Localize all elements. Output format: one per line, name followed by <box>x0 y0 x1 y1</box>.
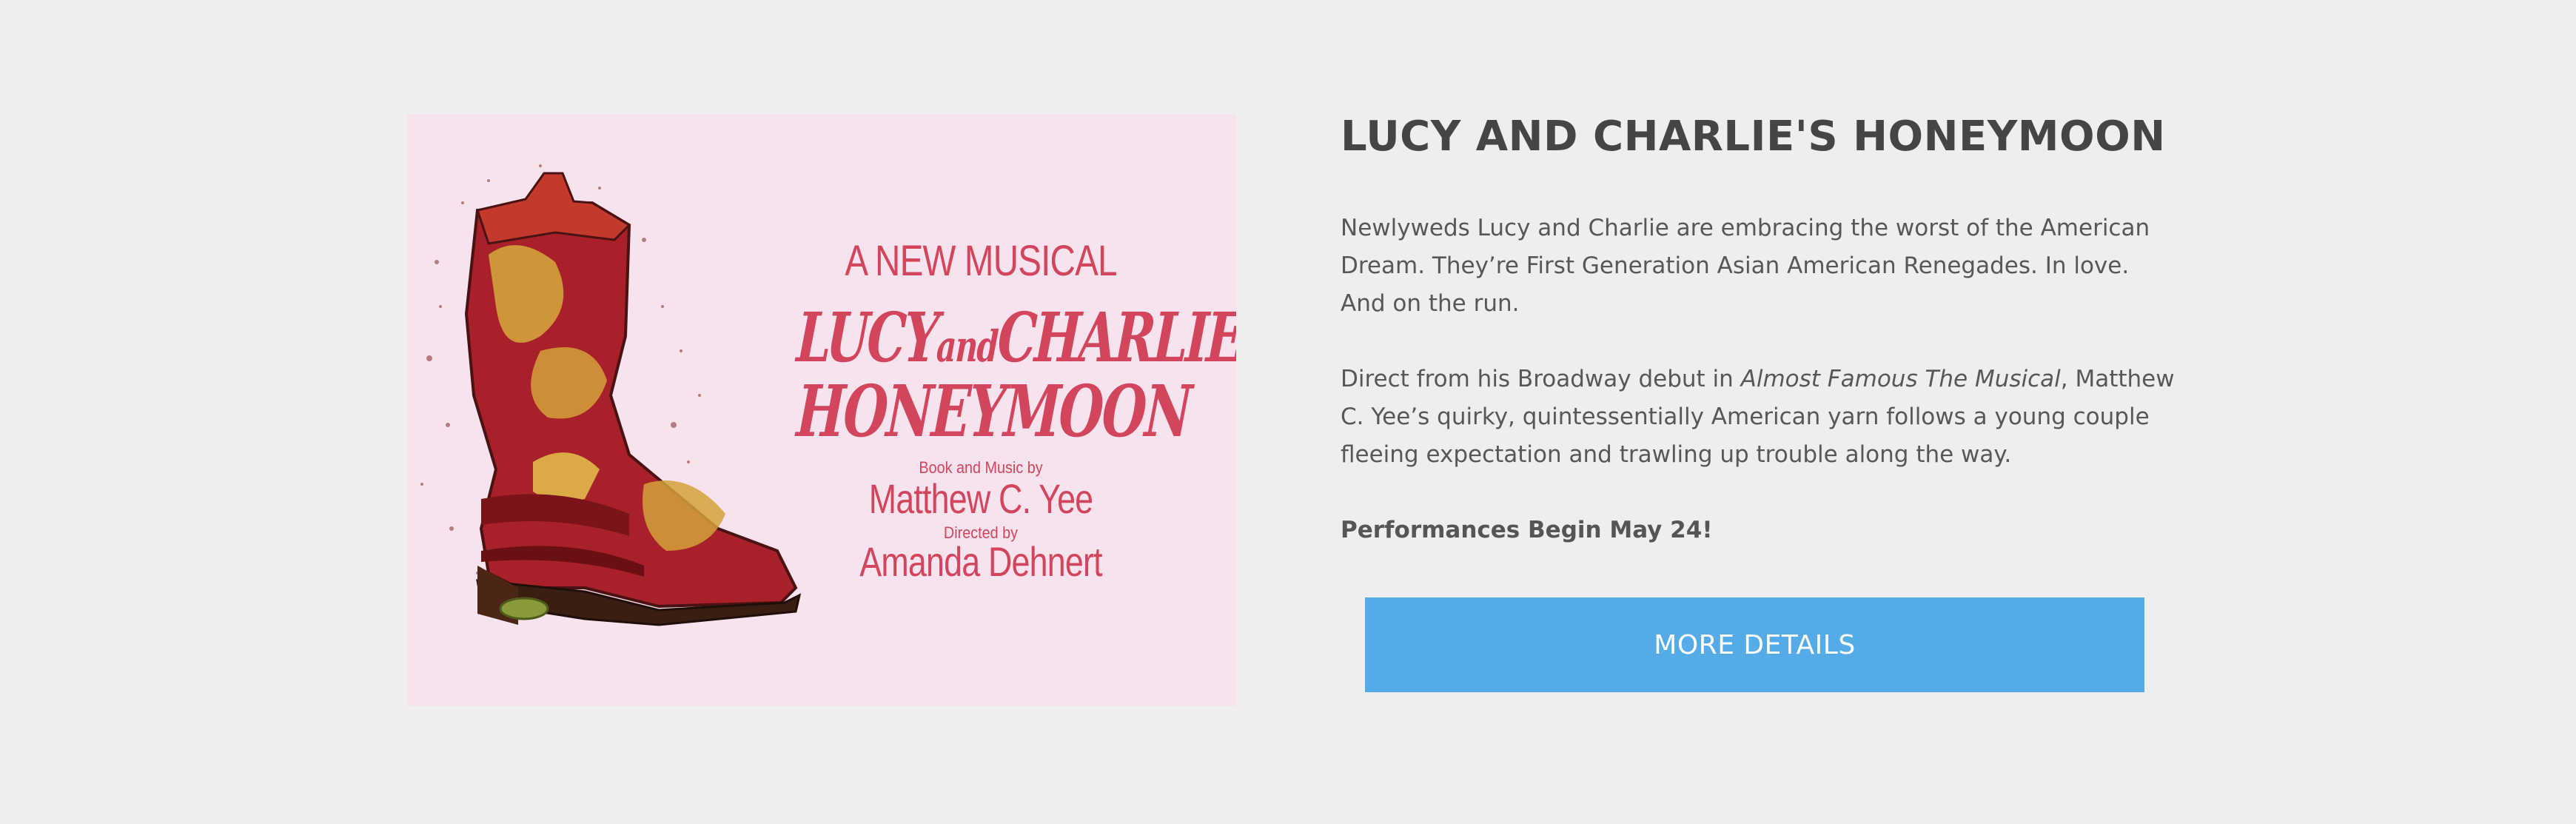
poster-directed-credit: Amanda Dehnert <box>859 538 1102 585</box>
almost-famous-title: Almost Famous The Musical <box>1740 366 2061 392</box>
poster-title-line-1: LUCYandCHARLIE'S <box>794 298 1236 378</box>
show-background: Direct from his Broadway debut in Almost… <box>1341 361 2177 474</box>
background-text-start: Direct from his Broadway debut in <box>1341 366 1741 392</box>
poster-book-music-credit: Matthew C. Yee <box>868 475 1093 522</box>
performances-notice: Performances Begin May 24! <box>1341 517 1713 543</box>
poster-title-lucy: LUCY <box>794 298 939 378</box>
show-synopsis: Newlyweds Lucy and Charlie are embracing… <box>1341 215 2150 317</box>
show-title: LUCY AND CHARLIE'S HONEYMOON <box>1341 113 2166 161</box>
poster-title-and: and <box>935 321 999 372</box>
show-poster-image[interactable]: A NEW MUSICAL LUCYandCHARLIE'S HONEYMOON… <box>407 114 1236 706</box>
poster-title-charlies: CHARLIE'S <box>996 298 1236 378</box>
show-card: A NEW MUSICAL LUCYandCHARLIE'S HONEYMOON… <box>0 0 2576 824</box>
more-details-button[interactable]: MORE DETAILS <box>1365 597 2144 692</box>
poster-title-honeymoon: HONEYMOON <box>794 369 1193 453</box>
show-description: LUCY AND CHARLIE'S HONEYMOON Newlyweds L… <box>1341 107 2177 549</box>
poster-tagline: A NEW MUSICAL <box>845 237 1117 285</box>
